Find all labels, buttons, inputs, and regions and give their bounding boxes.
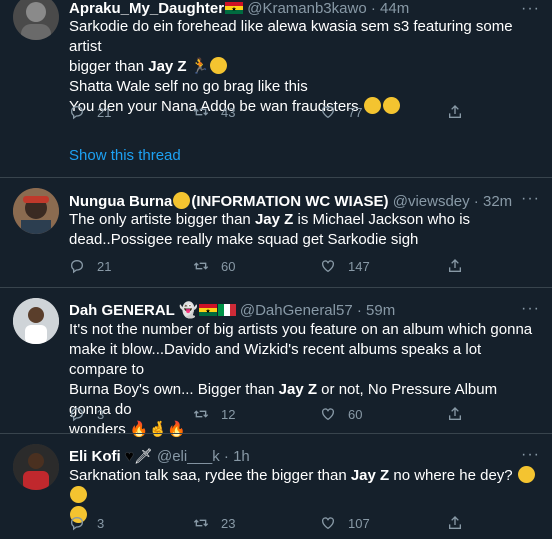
like-button[interactable]: 77 bbox=[320, 104, 362, 120]
like-count: 60 bbox=[348, 406, 363, 422]
like-count: 77 bbox=[348, 104, 363, 120]
retweet-count: 60 bbox=[221, 258, 236, 274]
tweet-actions: 21 60 147 bbox=[69, 258, 489, 276]
tweet-2[interactable]: Nungua Burna (INFORMATION WC WIASE) @view… bbox=[0, 178, 552, 288]
share-button[interactable] bbox=[447, 515, 463, 531]
share-icon bbox=[447, 406, 463, 422]
ghana-flag-icon bbox=[225, 2, 244, 14]
retweet-icon bbox=[193, 258, 209, 274]
retweet-icon bbox=[193, 515, 209, 531]
handle[interactable]: @Kramanb3kawo bbox=[247, 0, 366, 17]
italy-flag-icon bbox=[217, 304, 236, 316]
reply-icon bbox=[69, 258, 85, 274]
tweet-text: The only artiste bigger than Jay Z is Mi… bbox=[69, 211, 471, 248]
tweet-3[interactable]: Dah GENERAL 👻 @DahGeneral57 · 59m ··· It… bbox=[0, 288, 552, 438]
retweet-count: 43 bbox=[221, 104, 236, 120]
tweet-header: Apraku_My_Daughter @Kramanb3kawo · 44m bbox=[69, 0, 410, 17]
reply-icon bbox=[69, 104, 85, 120]
tweet-actions: 21 43 77 bbox=[69, 104, 489, 122]
share-icon bbox=[447, 258, 463, 274]
ghost-emoji-icon: 👻 bbox=[179, 302, 198, 319]
share-icon bbox=[447, 104, 463, 120]
avatar[interactable] bbox=[13, 188, 59, 234]
laughing-emoji-icon bbox=[70, 486, 87, 503]
reply-icon bbox=[69, 515, 85, 531]
like-icon bbox=[320, 104, 336, 120]
reply-count: 21 bbox=[97, 258, 112, 274]
reply-count: 3 bbox=[97, 515, 105, 531]
like-button[interactable]: 60 bbox=[320, 406, 362, 422]
share-button[interactable] bbox=[447, 406, 463, 422]
timestamp[interactable]: 44m bbox=[380, 0, 409, 17]
display-name[interactable]: Apraku_My_Daughter bbox=[69, 0, 224, 17]
reply-button[interactable]: 3 bbox=[69, 515, 104, 531]
reply-button[interactable]: 21 bbox=[69, 104, 111, 120]
timestamp[interactable]: 59m bbox=[366, 302, 395, 319]
retweet-icon bbox=[193, 406, 209, 422]
share-icon bbox=[447, 515, 463, 531]
handle[interactable]: @viewsdey bbox=[393, 193, 470, 210]
avatar[interactable] bbox=[13, 298, 59, 344]
more-icon[interactable]: ··· bbox=[521, 447, 540, 463]
dagger-emoji-icon: 🗡 bbox=[133, 448, 153, 465]
laughing-emoji-icon bbox=[517, 466, 535, 483]
tweet-actions: 3 23 107 bbox=[69, 515, 489, 533]
handle[interactable]: @eli___k bbox=[157, 448, 220, 465]
more-icon[interactable]: ··· bbox=[521, 301, 540, 317]
tweet-header: Eli Kofi ♥🗡 @eli___k · 1h bbox=[69, 448, 250, 465]
retweet-button[interactable]: 43 bbox=[193, 104, 235, 120]
display-name[interactable]: Eli Kofi bbox=[69, 448, 121, 465]
retweet-count: 23 bbox=[221, 515, 236, 531]
more-icon[interactable]: ··· bbox=[521, 1, 540, 17]
like-count: 147 bbox=[348, 258, 370, 274]
like-icon bbox=[320, 515, 336, 531]
reply-button[interactable]: 21 bbox=[69, 258, 111, 274]
ghana-flag-icon bbox=[198, 304, 217, 316]
retweet-icon bbox=[193, 104, 209, 120]
display-name[interactable]: Dah GENERAL bbox=[69, 302, 175, 319]
tweet-4[interactable]: Eli Kofi ♥🗡 @eli___k · 1h ··· Sarknation… bbox=[0, 434, 552, 539]
reply-button[interactable]: 3 bbox=[69, 406, 104, 422]
tweet-1[interactable]: Apraku_My_Daughter @Kramanb3kawo · 44m ·… bbox=[0, 0, 552, 178]
timestamp[interactable]: 1h bbox=[233, 448, 250, 465]
display-name[interactable]: Nungua Burna (INFORMATION WC WIASE) bbox=[69, 192, 389, 210]
reply-count: 21 bbox=[97, 104, 112, 120]
like-button[interactable]: 147 bbox=[320, 258, 370, 274]
timestamp[interactable]: 32m bbox=[483, 193, 512, 210]
avatar[interactable] bbox=[13, 0, 59, 40]
share-button[interactable] bbox=[447, 104, 463, 120]
tweet-header: Nungua Burna (INFORMATION WC WIASE) @view… bbox=[69, 192, 513, 210]
like-count: 107 bbox=[348, 515, 370, 531]
more-icon[interactable]: ··· bbox=[521, 191, 540, 207]
handle[interactable]: @DahGeneral57 bbox=[240, 302, 353, 319]
tweet-text: Sarkodie do ein forehead like alewa kwas… bbox=[69, 18, 513, 115]
runner-emoji-icon: 🏃 bbox=[186, 58, 210, 75]
retweet-count: 12 bbox=[221, 406, 236, 422]
avatar[interactable] bbox=[13, 444, 59, 490]
laughing-emoji-icon bbox=[210, 57, 228, 74]
show-thread-link[interactable]: Show this thread bbox=[69, 147, 181, 164]
tweet-header: Dah GENERAL 👻 @DahGeneral57 · 59m bbox=[69, 302, 396, 319]
like-button[interactable]: 107 bbox=[320, 515, 370, 531]
retweet-button[interactable]: 60 bbox=[193, 258, 235, 274]
retweet-button[interactable]: 12 bbox=[193, 406, 235, 422]
smiling-emoji-icon bbox=[173, 192, 191, 209]
share-button[interactable] bbox=[447, 258, 463, 274]
tweet-actions: 3 12 60 bbox=[69, 406, 489, 424]
like-icon bbox=[320, 406, 336, 422]
like-icon bbox=[320, 258, 336, 274]
retweet-button[interactable]: 23 bbox=[193, 515, 235, 531]
reply-icon bbox=[69, 406, 85, 422]
reply-count: 3 bbox=[97, 406, 105, 422]
black-heart-emoji-icon: ♥ bbox=[124, 448, 134, 465]
